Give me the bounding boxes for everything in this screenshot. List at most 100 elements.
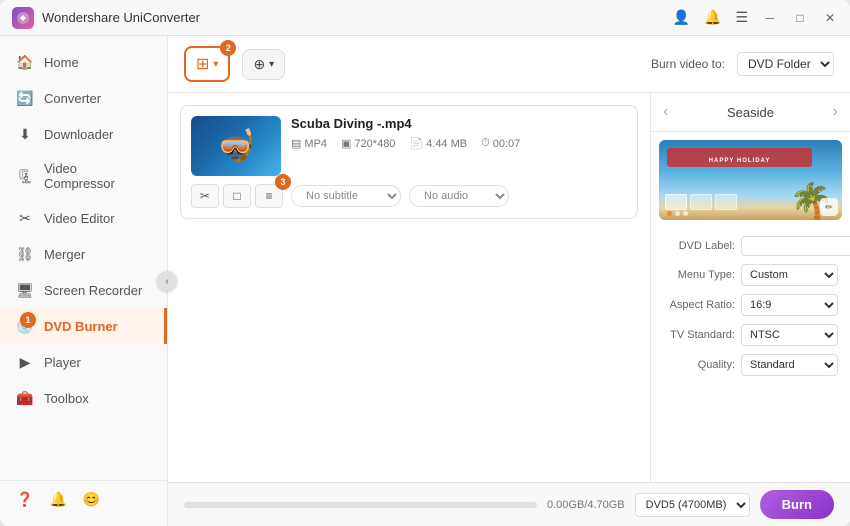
feedback-icon[interactable]: 😊 xyxy=(83,491,100,508)
sidebar-item-label: Video Editor xyxy=(44,211,115,226)
disc-type-select[interactable]: DVD5 (4700MB) DVD9 (8500MB) xyxy=(635,493,750,517)
screen-recorder-icon: 🖥 xyxy=(16,281,34,299)
right-panel-header: ‹ Seaside › xyxy=(651,93,850,132)
sidebar-item-label: Player xyxy=(44,355,81,370)
sidebar-item-dvd-burner[interactable]: 💿 DVD Burner 1 xyxy=(0,308,167,344)
title-bar: Wondershare UniConverter 👤 🔔 ☰ ─ □ ✕ xyxy=(0,0,850,36)
burn-button[interactable]: Burn xyxy=(760,490,834,519)
minimize-button[interactable]: ─ xyxy=(762,10,778,26)
window-controls: 👤 🔔 ☰ ─ □ ✕ xyxy=(673,9,838,26)
create-menu-button[interactable]: ⊕ ▾ xyxy=(242,49,285,80)
edit-template-button[interactable]: ✏ xyxy=(820,198,838,216)
quality-row: Quality: Standard High Medium xyxy=(663,354,838,376)
main-layout: 🏠 Home 🔄 Converter ⬇ Downloader 🗜 Video … xyxy=(0,36,850,526)
video-card: 🤿 Scuba Diving -.mp4 ▤ MP4 xyxy=(180,105,638,219)
video-resolution: ▣ 720*480 xyxy=(341,137,395,150)
merger-icon: ⛓ xyxy=(16,245,34,263)
action-buttons-group: ✂ □ ≡ 3 xyxy=(191,184,283,208)
help-icon[interactable]: ❓ xyxy=(16,491,33,508)
menu-type-label: Menu Type: xyxy=(663,269,735,281)
video-duration: ⏱ 00:07 xyxy=(481,137,520,150)
close-button[interactable]: ✕ xyxy=(822,10,838,26)
resolution-icon: ▣ xyxy=(341,137,351,150)
menu-type-row: Menu Type: Custom None Default xyxy=(663,264,838,286)
dvd-box-1 xyxy=(665,194,687,210)
sidebar-item-player[interactable]: ▶ Player xyxy=(0,344,167,380)
next-template-button[interactable]: › xyxy=(833,103,838,121)
sidebar-item-label: DVD Burner xyxy=(44,319,118,334)
sidebar-item-downloader[interactable]: ⬇ Downloader xyxy=(0,116,167,152)
menu-type-select[interactable]: Custom None Default xyxy=(741,264,838,286)
compressor-icon: 🗜 xyxy=(16,167,34,185)
diver-icon: 🤿 xyxy=(216,127,256,165)
template-title: Seaside xyxy=(727,105,774,120)
quality-select[interactable]: Standard High Medium xyxy=(741,354,838,376)
burn-label: Burn video to: xyxy=(651,57,725,71)
bottom-bar: 0.00GB/4.70GB DVD5 (4700MB) DVD9 (8500MB… xyxy=(168,482,850,526)
tv-standard-row: TV Standard: NTSC PAL xyxy=(663,324,838,346)
dvd-label-row: DVD Label: xyxy=(663,236,838,256)
sidebar-collapse-button[interactable]: ‹ xyxy=(157,271,177,291)
notification-icon[interactable]: 🔔 xyxy=(704,9,721,26)
sidebar-item-label: Converter xyxy=(44,91,101,106)
sidebar-bottom: ❓ 🔔 😊 xyxy=(0,480,167,518)
dvd-dots xyxy=(667,211,688,216)
video-list: 🤿 Scuba Diving -.mp4 ▤ MP4 xyxy=(168,93,650,482)
downloader-icon: ⬇ xyxy=(16,125,34,143)
editor-icon: ✂ xyxy=(16,209,34,227)
user-icon[interactable]: 👤 xyxy=(673,9,690,26)
burn-destination-select[interactable]: DVD Folder DVD Disc ISO File xyxy=(737,52,834,76)
maximize-button[interactable]: □ xyxy=(792,10,808,26)
menu-icon[interactable]: ☰ xyxy=(735,9,748,26)
video-size: 📄 4.44 MB xyxy=(409,137,467,150)
quality-label: Quality: xyxy=(663,359,735,371)
aspect-ratio-label: Aspect Ratio: xyxy=(663,299,735,311)
content-main: 🤿 Scuba Diving -.mp4 ▤ MP4 xyxy=(168,93,850,482)
dvd-box-2 xyxy=(690,194,712,210)
dvd-ui-elements xyxy=(665,194,737,210)
sidebar-item-converter[interactable]: 🔄 Converter xyxy=(0,80,167,116)
template-preview: 🌴 HAPPY HOLIDAY xyxy=(659,140,842,220)
sidebar-item-video-editor[interactable]: ✂ Video Editor xyxy=(0,200,167,236)
sidebar-item-label: Home xyxy=(44,55,79,70)
sidebar-item-label: Toolbox xyxy=(44,391,89,406)
sidebar-item-home[interactable]: 🏠 Home xyxy=(0,44,167,80)
alert-icon[interactable]: 🔔 xyxy=(49,491,66,508)
toolbar: ⊞ ▾ 2 ⊕ ▾ Burn video to: DVD Folder DVD … xyxy=(168,36,850,93)
form-section: DVD Label: Menu Type: Custom None Defaul… xyxy=(651,228,850,482)
sidebar-item-merger[interactable]: ⛓ Merger xyxy=(0,236,167,272)
progress-bar xyxy=(184,502,537,508)
tv-standard-select[interactable]: NTSC PAL xyxy=(741,324,838,346)
add-files-button[interactable]: ⊞ ▾ 2 xyxy=(184,46,230,82)
duration-icon: ⏱ xyxy=(481,137,490,150)
video-card-top: 🤿 Scuba Diving -.mp4 ▤ MP4 xyxy=(191,116,627,176)
dvd-burner-badge: 1 xyxy=(20,312,36,328)
video-title: Scuba Diving -.mp4 xyxy=(291,116,627,131)
add-files-badge: 2 xyxy=(220,40,236,56)
storage-info: 0.00GB/4.70GB xyxy=(547,499,625,511)
video-card-bottom: ✂ □ ≡ 3 No subtitle Add subtitle xyxy=(191,184,627,208)
video-meta: ▤ MP4 ▣ 720*480 📄 4.44 xyxy=(291,137,627,150)
video-format: ▤ MP4 xyxy=(291,137,327,150)
sidebar-item-label: Merger xyxy=(44,247,85,262)
sidebar-item-toolbox[interactable]: 🧰 Toolbox xyxy=(0,380,167,416)
sidebar-item-video-compressor[interactable]: 🗜 Video Compressor xyxy=(0,152,167,200)
aspect-ratio-select[interactable]: 16:9 4:3 xyxy=(741,294,838,316)
create-chevron: ▾ xyxy=(269,59,274,70)
app-window: Wondershare UniConverter 👤 🔔 ☰ ─ □ ✕ 🏠 H… xyxy=(0,0,850,526)
home-icon: 🏠 xyxy=(16,53,34,71)
sidebar-item-screen-recorder[interactable]: 🖥 Screen Recorder xyxy=(0,272,167,308)
add-files-icon: ⊞ xyxy=(196,54,209,74)
info-button[interactable]: □ xyxy=(223,184,251,208)
aspect-ratio-row: Aspect Ratio: 16:9 4:3 xyxy=(663,294,838,316)
cut-button[interactable]: ✂ xyxy=(191,184,219,208)
dvd-label-input[interactable] xyxy=(741,236,850,256)
content-area: ⊞ ▾ 2 ⊕ ▾ Burn video to: DVD Folder DVD … xyxy=(168,36,850,526)
prev-template-button[interactable]: ‹ xyxy=(663,103,668,121)
holiday-banner: HAPPY HOLIDAY xyxy=(667,148,812,167)
sidebar-item-label: Screen Recorder xyxy=(44,283,142,298)
subtitle-select[interactable]: No subtitle Add subtitle xyxy=(291,185,401,207)
size-icon: 📄 xyxy=(409,137,423,150)
tv-standard-label: TV Standard: xyxy=(663,329,735,341)
audio-select[interactable]: No audio Add audio xyxy=(409,185,509,207)
